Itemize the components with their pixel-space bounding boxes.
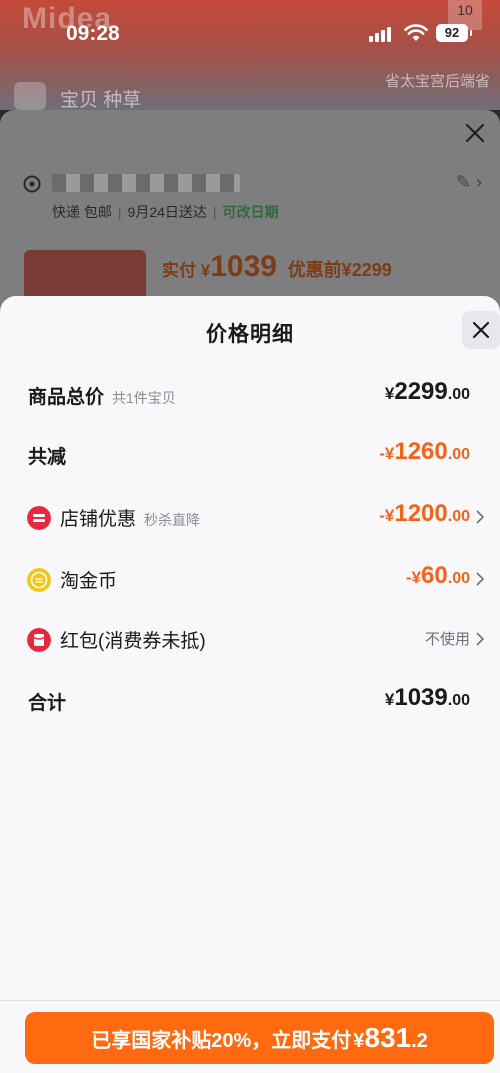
chevron-right-icon: [476, 572, 484, 586]
amount-decimal: .00: [447, 508, 470, 525]
wifi-icon: [404, 24, 428, 41]
row-sum: 合计 ¥1039.00: [0, 680, 500, 720]
address-blurred: [52, 174, 240, 192]
sum-label: 合计: [28, 693, 67, 714]
amount-decimal: .00: [447, 692, 470, 709]
amount-decimal: .00: [447, 570, 470, 587]
price-detail-sheet: 价格明细 商品总价 共1件宝贝 ¥2299.00 共减 -¥1260.00 店铺优…: [0, 296, 500, 1073]
close-button[interactable]: [462, 311, 500, 349]
shop-discount-icon: [27, 506, 51, 530]
cellular-signal-icon: [369, 26, 393, 42]
amount-integer: 1039: [394, 684, 448, 711]
red-packet-icon: [27, 628, 51, 652]
amount-decimal: .00: [447, 446, 470, 463]
status-time: 09:28: [66, 22, 120, 45]
shipping-method: 快递 包邮: [52, 204, 112, 220]
item-count: 共1件宝贝: [112, 390, 176, 406]
pay-amount-decimal: .2: [411, 1030, 428, 1052]
taojinbi-amount: -¥60.00: [406, 562, 470, 590]
currency: ¥: [384, 384, 395, 403]
sum-amount: ¥1039.00: [385, 684, 470, 712]
pay-currency: ¥: [353, 1030, 365, 1052]
background-paid-price: 实付 ¥1039 优惠前¥2299: [162, 250, 392, 284]
change-date-link: 可改日期: [222, 204, 279, 220]
gold-coin-icon: [27, 568, 51, 592]
currency: -¥: [405, 568, 422, 587]
row-taojinbi[interactable]: 淘金币 -¥60.00: [0, 558, 500, 598]
sheet-title: 价格明细: [206, 323, 294, 346]
background-nav: 宝贝 种草 省太宝宫后端省: [0, 73, 500, 112]
background-order-sheet: ✎ › 快递 包邮 | 9月24日送达 | 可改日期 实付 ¥1039 优惠前¥2299: [0, 110, 500, 310]
total-price-text: 商品总价: [28, 387, 105, 408]
shop-discount-label: 店铺优惠 秒杀直降: [60, 504, 200, 531]
taojinbi-label: 淘金币: [60, 571, 118, 592]
currency: -¥: [379, 506, 395, 525]
pay-amount-integer: 831: [364, 1022, 412, 1053]
status-bar: 09:28 92: [0, 0, 500, 66]
background-close-icon: [465, 123, 485, 143]
amount-integer: 60: [421, 562, 448, 589]
battery-indicator: 92: [436, 24, 472, 42]
reduction-label: 共减: [28, 447, 67, 468]
pay-button-text: 已享国家补贴20%，立即支付: [91, 1030, 352, 1052]
row-red-packet[interactable]: 红包(消费券未抵) 不使用: [0, 618, 500, 658]
close-icon: [472, 321, 490, 339]
shop-discount-text: 店铺优惠: [60, 509, 137, 530]
chevron-right-icon: [476, 510, 484, 524]
footer-divider: [0, 1000, 500, 1001]
shop-discount-sub: 秒杀直降: [144, 512, 201, 528]
background-shop-name: 省太宝宫后端省: [384, 73, 490, 90]
paid-amount: 1039: [210, 250, 277, 283]
amount-decimal: .00: [447, 386, 470, 403]
paid-currency: ¥: [200, 261, 211, 280]
location-icon: [23, 175, 41, 193]
total-price-label: 商品总价 共1件宝贝: [28, 382, 176, 409]
edit-address-icon: ✎ ›: [455, 172, 482, 192]
paid-label: 实付: [162, 261, 196, 280]
amount-integer: 1260: [394, 438, 448, 465]
currency: ¥: [384, 690, 395, 709]
total-price-amount: ¥2299.00: [385, 378, 470, 406]
shop-discount-amount: -¥1200.00: [379, 500, 470, 528]
row-shop-discount[interactable]: 店铺优惠 秒杀直降 -¥1200.00: [0, 496, 500, 536]
chevron-right-icon: [476, 632, 484, 646]
red-packet-label: 红包(消费券未抵): [60, 631, 206, 652]
amount-integer: 1200: [394, 500, 448, 527]
amount-integer: 2299: [394, 378, 448, 405]
before-discount-price: 优惠前¥2299: [287, 260, 392, 280]
red-packet-value: 不使用: [424, 631, 470, 648]
row-total-price: 商品总价 共1件宝贝 ¥2299.00: [0, 374, 500, 414]
delivery-date: 9月24日送达: [127, 204, 207, 220]
pay-button[interactable]: 已享国家补贴20%，立即支付 ¥831.2: [25, 1012, 494, 1064]
row-total-reduction: 共减 -¥1260.00: [0, 434, 500, 474]
background-back-button: [14, 82, 46, 110]
currency: -¥: [379, 444, 395, 463]
shipping-info: 快递 包邮 | 9月24日送达 | 可改日期: [52, 204, 279, 220]
background-nav-title: 宝贝 种草: [60, 90, 142, 111]
reduction-amount: -¥1260.00: [379, 438, 470, 466]
